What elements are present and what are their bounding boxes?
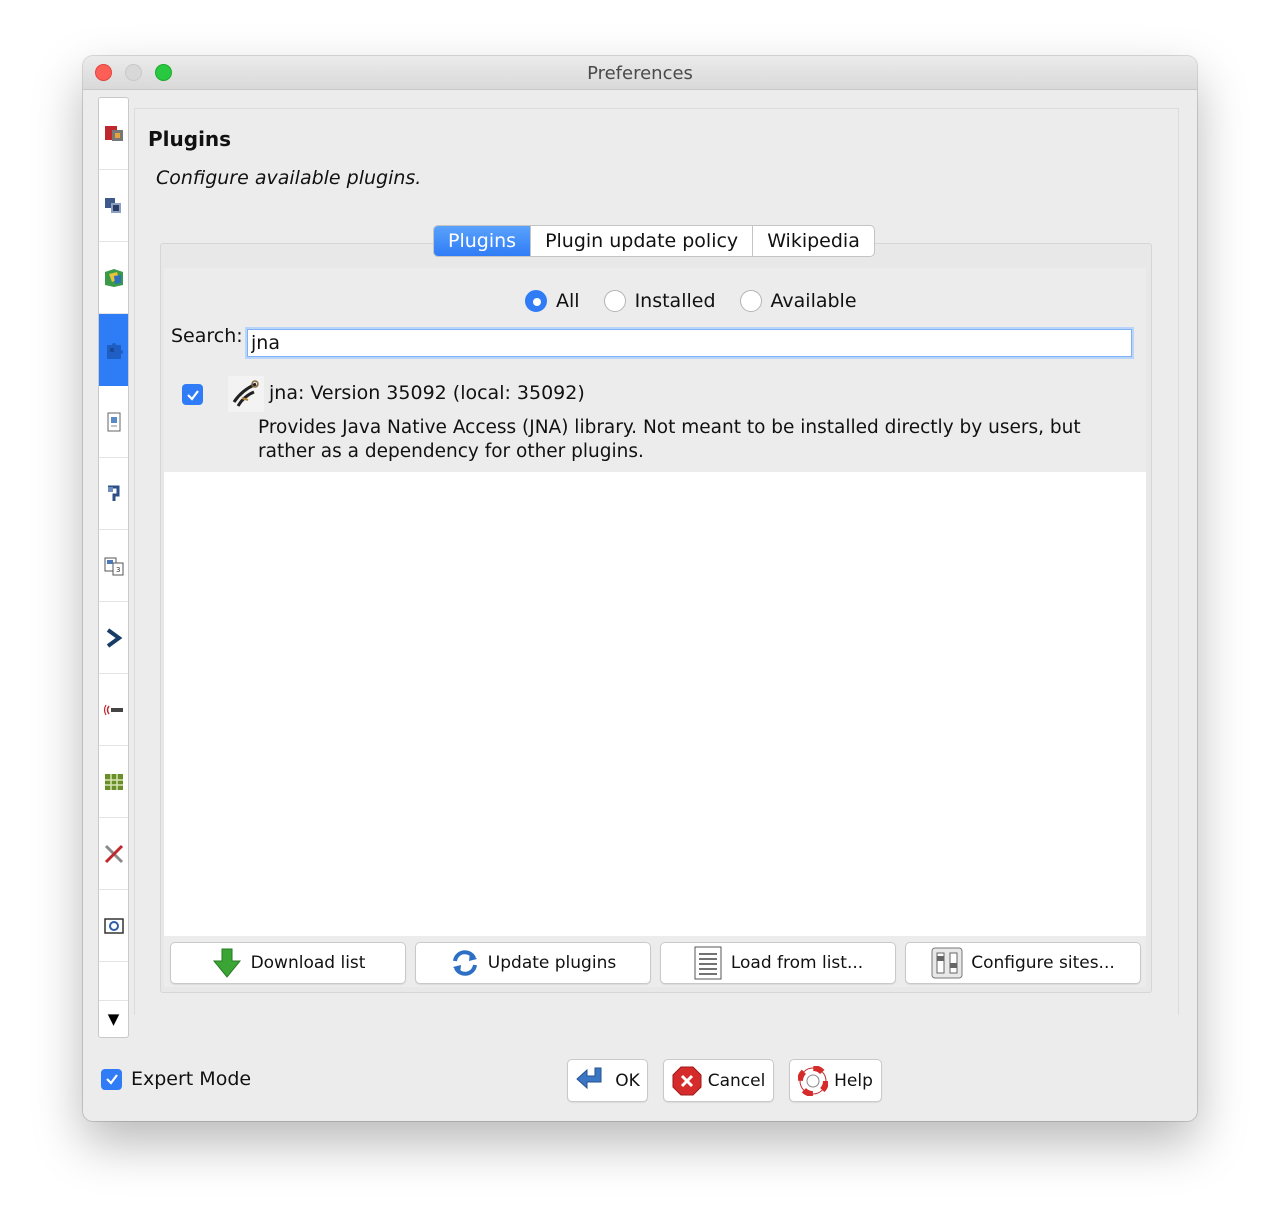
filter-available-label: Available: [770, 290, 857, 312]
ok-button[interactable]: OK: [567, 1059, 648, 1102]
filter-all-option[interactable]: All: [525, 290, 580, 312]
plugin-enable-checkbox[interactable]: [182, 384, 203, 405]
load-from-list-button[interactable]: Load from list...: [660, 942, 896, 984]
imagery-icon: [104, 773, 123, 790]
download-list-label: Download list: [250, 953, 366, 973]
plugin-filter: All Installed Available: [525, 290, 881, 312]
advanced-tools-icon: [104, 844, 123, 863]
audio-icon: [103, 704, 123, 715]
sidebar-item-presets[interactable]: [99, 386, 128, 458]
connection-icon: [103, 917, 124, 934]
sidebar-item-audio[interactable]: [99, 674, 128, 746]
preferences-window: Preferences 3 ▼ Plugins Configure availa…: [83, 56, 1197, 1121]
filter-installed-option[interactable]: Installed: [603, 290, 716, 312]
page-title: Plugins: [148, 127, 232, 151]
update-plugins-button[interactable]: Update plugins: [415, 942, 651, 984]
sidebar-item-remote-control[interactable]: [99, 602, 128, 674]
filter-all-radio[interactable]: [525, 290, 547, 312]
sidebar-item-display[interactable]: [99, 98, 128, 170]
plugin-description: Provides Java Native Access (JNA) librar…: [258, 417, 1081, 462]
download-arrow-icon: [212, 948, 241, 978]
shortcuts-icon: [107, 485, 119, 501]
checkmark-icon: [105, 1074, 118, 1085]
expert-mode-checkbox[interactable]: [101, 1068, 122, 1090]
svg-text:3: 3: [116, 566, 120, 574]
refresh-icon: [452, 950, 477, 976]
preferences-sidebar: 3 ▼: [98, 97, 129, 1038]
search-input[interactable]: [247, 329, 1132, 357]
plugin-name: jna: Version 35092 (local: 35092): [269, 382, 585, 404]
page-subtitle: Configure available plugins.: [156, 167, 422, 189]
ok-arrow-icon: [576, 1067, 602, 1089]
validator-icon: 3: [104, 557, 123, 575]
plugin-list-empty-area: [164, 472, 1146, 936]
filter-installed-label: Installed: [634, 290, 716, 312]
update-plugins-label: Update plugins: [487, 953, 617, 973]
search-label: Search:: [171, 325, 243, 347]
sidebar-item-connection[interactable]: [99, 890, 128, 962]
sidebar-item-plugins[interactable]: [99, 314, 128, 386]
plugin-actions-bar: Download list Update plugins Load from l…: [164, 936, 1146, 987]
expert-mode-label: Expert Mode: [131, 1068, 252, 1090]
sidebar-item-shortcuts[interactable]: [99, 458, 128, 530]
sidebar-scroll-down-arrow[interactable]: ▼: [99, 1000, 128, 1037]
checkmark-icon: [186, 389, 199, 401]
filter-all-label: All: [556, 290, 580, 312]
tab-plugins[interactable]: Plugins: [434, 226, 532, 256]
sidebar-item-imagery[interactable]: [99, 746, 128, 818]
display-settings-icon: [104, 125, 123, 141]
sidebar-item-advanced[interactable]: [99, 818, 128, 890]
remote-control-icon: [106, 627, 122, 648]
filter-installed-radio[interactable]: [603, 290, 626, 312]
jna-plugin-icon: [228, 376, 264, 412]
filter-available-radio[interactable]: [739, 290, 762, 312]
configure-sites-button[interactable]: Configure sites...: [905, 942, 1141, 984]
configure-sites-label: Configure sites...: [971, 953, 1115, 973]
plugins-icon: [106, 342, 123, 359]
lifebuoy-help-icon: [798, 1065, 829, 1096]
help-button[interactable]: Help: [789, 1059, 882, 1102]
expert-mode-toggle[interactable]: Expert Mode: [101, 1068, 251, 1090]
map-projection-icon: [104, 268, 123, 287]
tab-wikipedia[interactable]: Wikipedia: [753, 226, 874, 256]
cancel-x-icon: [672, 1066, 702, 1095]
presets-icon: [107, 412, 120, 431]
help-label: Help: [834, 1070, 873, 1091]
preferences-content: Plugins Configure available plugins. Plu…: [134, 108, 1179, 1015]
tab-plugin-update-policy[interactable]: Plugin update policy: [531, 226, 754, 256]
title-bar: Preferences: [83, 56, 1197, 90]
window-title: Preferences: [587, 63, 693, 84]
configure-sliders-icon: [931, 947, 963, 979]
download-list-button[interactable]: Download list: [170, 942, 406, 984]
ok-label: OK: [615, 1070, 640, 1091]
load-from-list-label: Load from list...: [730, 953, 864, 973]
plugins-tab-content: All Installed Available Search: jna jna:…: [164, 268, 1146, 472]
sidebar-item-validator[interactable]: 3: [99, 530, 128, 602]
cancel-label: Cancel: [707, 1070, 766, 1091]
sidebar-item-projection[interactable]: [99, 242, 128, 314]
document-list-icon: [694, 946, 722, 980]
filter-available-option[interactable]: Available: [739, 290, 857, 312]
plugin-list-item[interactable]: jna: Version 35092 (local: 35092) Provid…: [164, 368, 1146, 472]
sidebar-item-layers[interactable]: [99, 170, 128, 242]
cancel-button[interactable]: Cancel: [663, 1059, 774, 1102]
layers-icon: [104, 197, 121, 213]
tab-bar: Plugins Plugin update policy Wikipedia: [433, 225, 875, 257]
